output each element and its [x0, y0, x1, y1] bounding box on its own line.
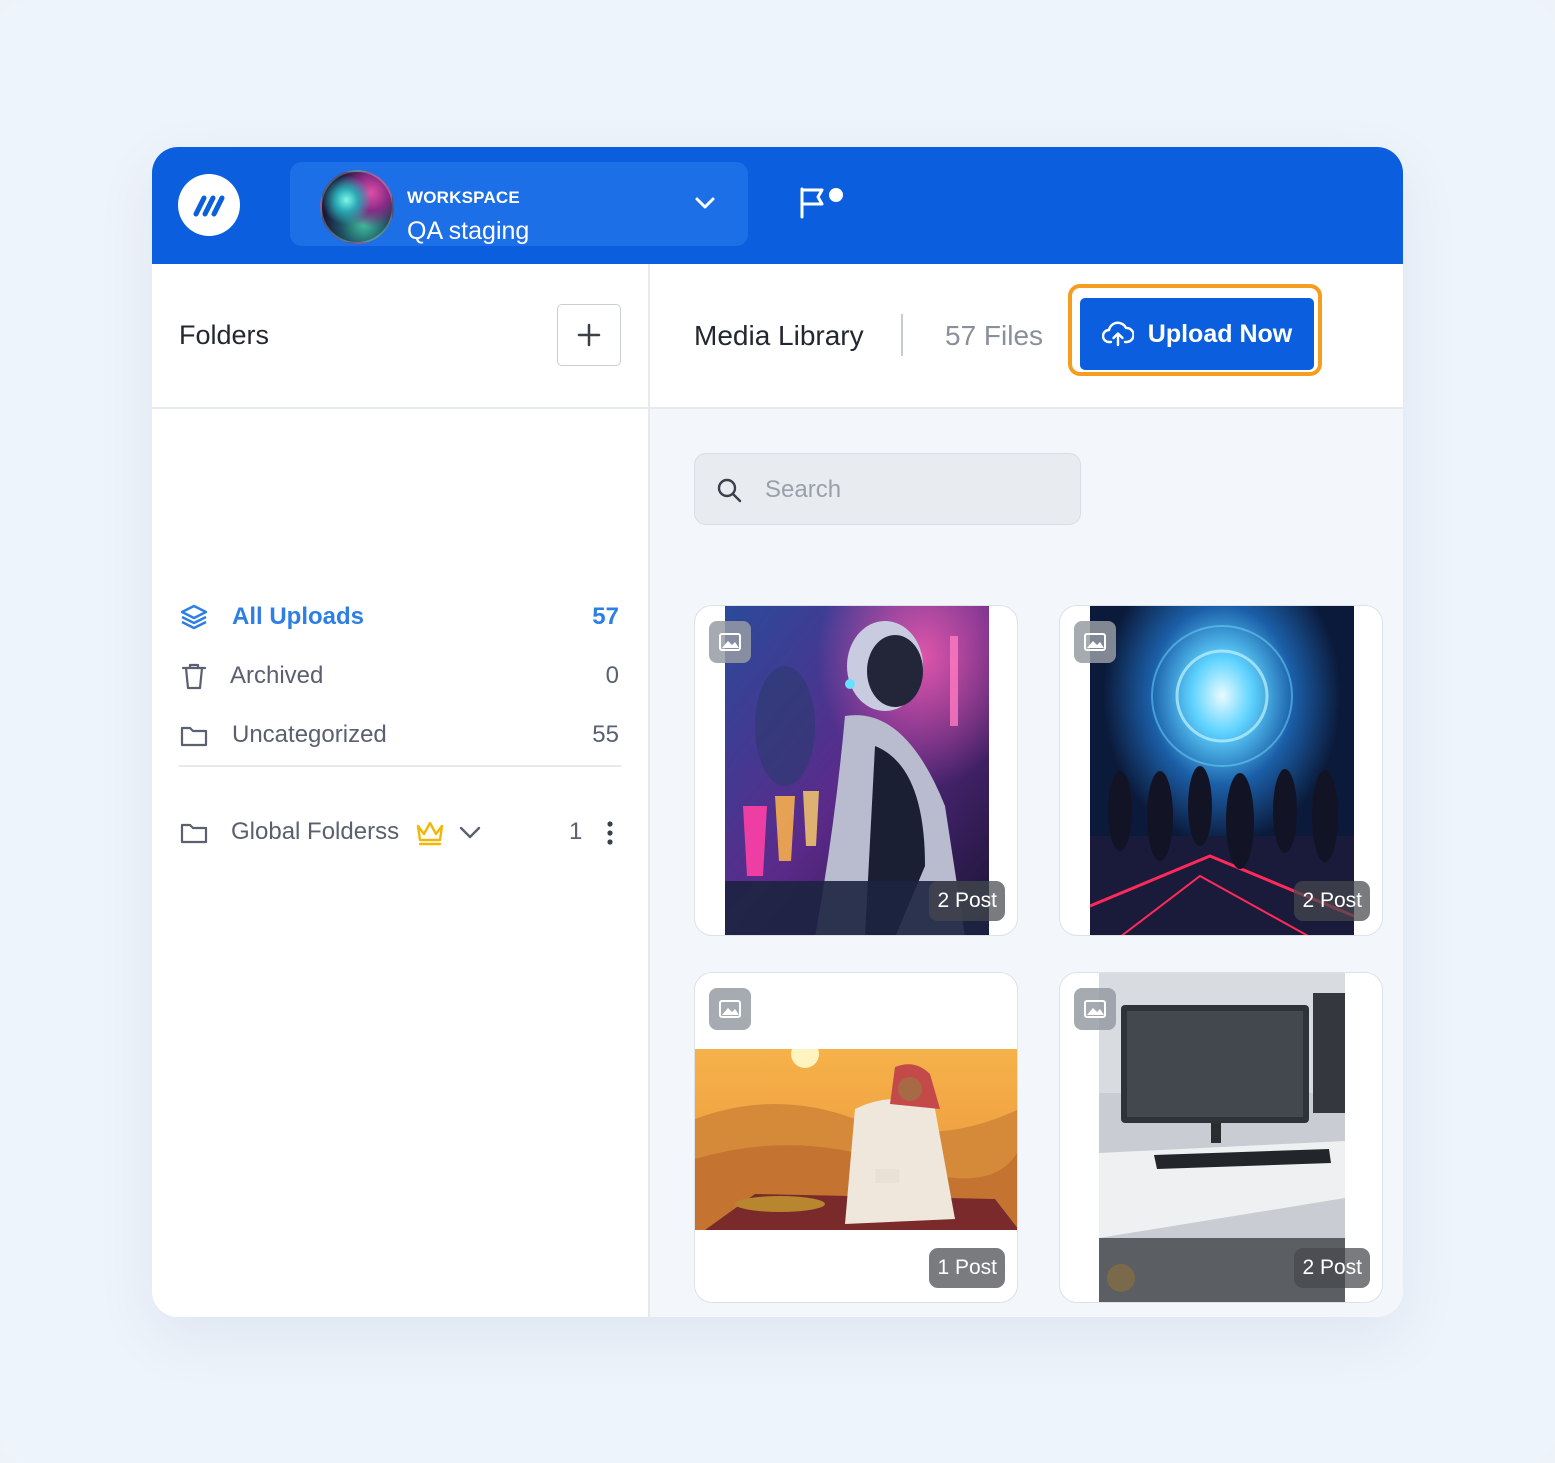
folder-count: 0 [605, 662, 619, 689]
chevron-down-icon [695, 197, 715, 209]
post-count-badge: 2 Post [1294, 881, 1370, 921]
app-window: WORKSPACE QA staging Folders All Uploads… [152, 147, 1403, 1317]
media-library-header: Media Library 57 Files Upload Now [650, 264, 1403, 409]
workspace-label: WORKSPACE [407, 188, 520, 207]
folder-label: Archived [230, 662, 324, 689]
media-card[interactable]: 2 Post [1059, 605, 1383, 936]
image-type-badge [1074, 988, 1116, 1030]
upload-now-button[interactable]: Upload Now [1080, 298, 1314, 370]
post-count-badge: 2 Post [929, 881, 1005, 921]
media-library-title: Media Library [694, 320, 864, 351]
flag-notification-icon[interactable] [798, 185, 848, 221]
folder-all-uploads[interactable]: All Uploads 57 [179, 596, 619, 636]
search-box[interactable] [694, 453, 1081, 525]
post-count-badge: 1 Post [929, 1248, 1005, 1288]
sidebar-divider [179, 765, 621, 767]
image-icon [719, 633, 741, 651]
cloud-upload-icon [1101, 321, 1134, 347]
plus-icon [577, 323, 601, 347]
more-options-icon[interactable] [603, 819, 617, 847]
folder-label: Global Folderss [231, 818, 400, 845]
image-icon [1084, 633, 1106, 651]
workspace-selector[interactable]: WORKSPACE QA staging [290, 162, 748, 246]
layers-icon [180, 604, 208, 630]
folder-label: Uncategorized [232, 721, 387, 748]
folders-header: Folders [152, 264, 648, 409]
folders-title: Folders [179, 320, 270, 350]
image-type-badge [1074, 621, 1116, 663]
folder-count: 1 [569, 818, 583, 845]
folder-icon [180, 726, 208, 747]
top-bar: WORKSPACE QA staging [152, 147, 1403, 264]
files-count: 57 Files [945, 320, 1044, 351]
media-card[interactable]: 1 Post [694, 972, 1018, 1303]
trash-icon [181, 663, 207, 690]
app-logo[interactable] [178, 174, 240, 236]
media-thumbnail [695, 1049, 1017, 1230]
add-folder-button[interactable] [557, 304, 621, 366]
workspace-avatar [320, 170, 394, 244]
chevron-down-icon[interactable] [457, 819, 483, 845]
image-type-badge [709, 988, 751, 1030]
media-card[interactable]: 2 Post [1059, 972, 1383, 1303]
folder-archived[interactable]: Archived 0 [179, 655, 619, 695]
post-count-badge: 2 Post [1294, 1248, 1370, 1288]
folder-uncategorized[interactable]: Uncategorized 55 [179, 714, 619, 754]
folder-global-folders[interactable]: Global Folderss 1 [179, 813, 624, 853]
image-type-badge [709, 621, 751, 663]
folder-count: 55 [592, 721, 619, 748]
media-card[interactable]: 2 Post [694, 605, 1018, 936]
workspace-name: QA staging [407, 217, 530, 245]
folders-panel: Folders All Uploads 57 Archived 0 Uncate… [152, 264, 650, 1317]
folder-label: All Uploads [232, 603, 365, 630]
image-icon [719, 1000, 741, 1018]
crown-icon [416, 821, 444, 846]
folder-icon [180, 823, 208, 844]
search-icon [717, 478, 742, 503]
logo-icon [193, 195, 225, 217]
image-icon [1084, 1000, 1106, 1018]
upload-now-label: Upload Now [1147, 319, 1293, 348]
folder-count: 57 [592, 603, 619, 630]
search-input[interactable] [763, 468, 1067, 512]
media-library-panel: Media Library 57 Files Upload Now Search… [650, 264, 1403, 1317]
header-separator [901, 314, 903, 356]
